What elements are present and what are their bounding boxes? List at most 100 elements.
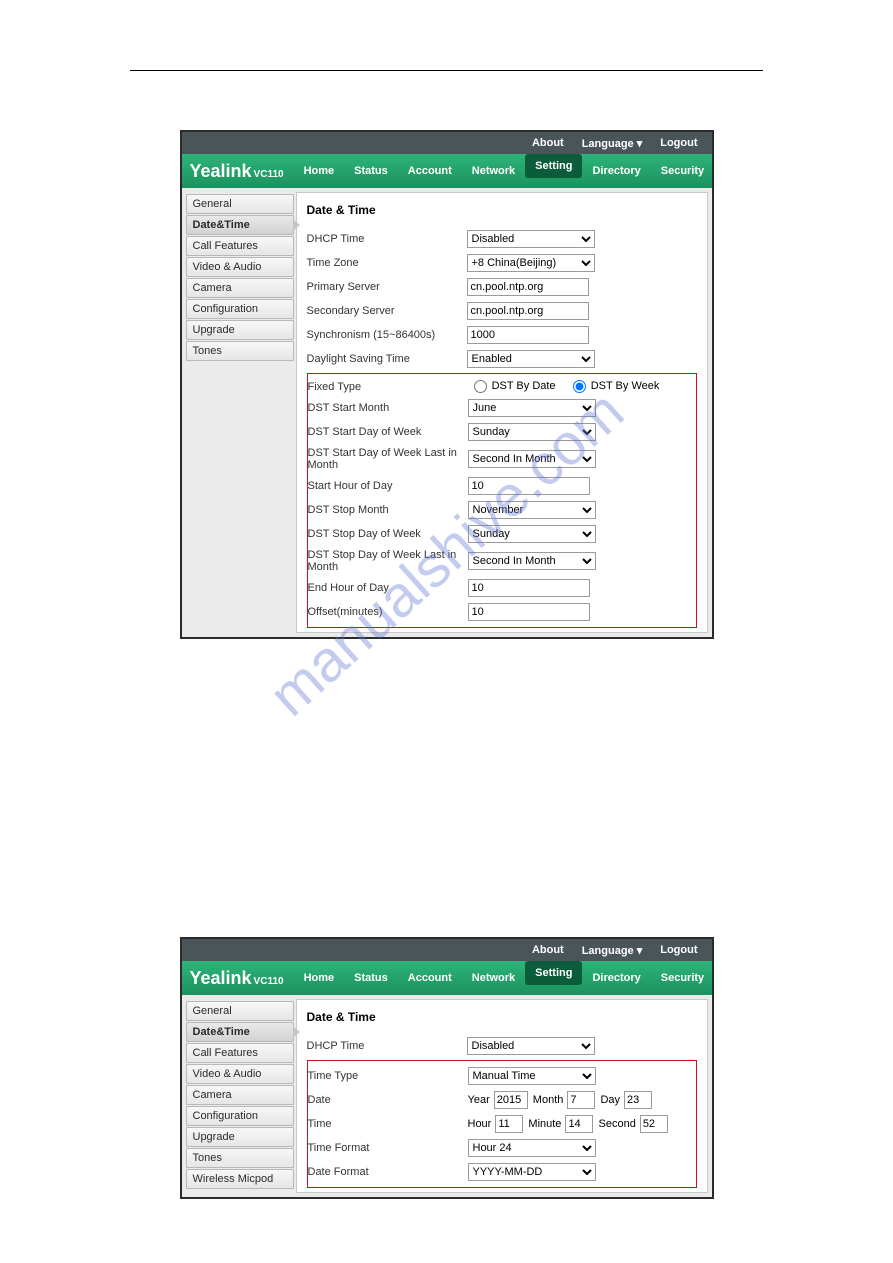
timezone-select[interactable]: +8 China(Beijing): [467, 254, 595, 272]
sidebar-item-upgrade[interactable]: Upgrade: [186, 1127, 294, 1147]
offset-input[interactable]: [468, 603, 590, 621]
dst-stop-dowlm-select[interactable]: Second In Month: [468, 552, 596, 570]
dhcp-time-label: DHCP Time: [307, 233, 467, 245]
dst-stop-month-select[interactable]: November: [468, 501, 596, 519]
synchronism-input[interactable]: [467, 326, 589, 344]
tab-account[interactable]: Account: [398, 154, 462, 188]
timezone-label: Time Zone: [307, 257, 467, 269]
sidebar: General Date&Time Call Features Video & …: [182, 188, 294, 637]
dst-select[interactable]: Enabled: [467, 350, 595, 368]
dst-start-dowlm-label: DST Start Day of Week Last in Month: [308, 447, 468, 471]
fixed-type-label: Fixed Type: [308, 381, 468, 393]
primary-server-label: Primary Server: [307, 281, 467, 293]
offset-label: Offset(minutes): [308, 606, 468, 618]
time-format-select[interactable]: Hour 24: [468, 1139, 596, 1157]
sidebar-item-videoaudio[interactable]: Video & Audio: [186, 257, 294, 277]
tab-directory[interactable]: Directory: [582, 154, 650, 188]
dst-stop-dowlm-label: DST Stop Day of Week Last in Month: [308, 549, 468, 573]
dhcp-time-label: DHCP Time: [307, 1040, 467, 1052]
tab-account[interactable]: Account: [398, 961, 462, 995]
sidebar-item-camera[interactable]: Camera: [186, 278, 294, 298]
month-label: Month: [533, 1094, 564, 1106]
manual-time-box: Time Type Manual Time Date Year Month Da…: [307, 1060, 697, 1188]
brand-logo: YealinkVC110: [182, 161, 284, 182]
sidebar-item-callfeatures[interactable]: Call Features: [186, 1043, 294, 1063]
day-input[interactable]: [624, 1091, 652, 1109]
brand-logo: YealinkVC110: [182, 968, 284, 989]
month-input[interactable]: [567, 1091, 595, 1109]
tab-security[interactable]: Security: [651, 154, 714, 188]
sidebar-item-tones[interactable]: Tones: [186, 341, 294, 361]
tab-home[interactable]: Home: [294, 961, 345, 995]
sidebar-item-tones[interactable]: Tones: [186, 1148, 294, 1168]
dst-start-month-select[interactable]: June: [468, 399, 596, 417]
page-title: Date & Time: [307, 1010, 697, 1024]
content-panel: Date & Time DHCP Time Disabled Time Type…: [296, 999, 708, 1193]
tab-security[interactable]: Security: [651, 961, 714, 995]
about-link[interactable]: About: [532, 944, 564, 956]
date-format-label: Date Format: [308, 1166, 468, 1178]
sidebar-item-videoaudio[interactable]: Video & Audio: [186, 1064, 294, 1084]
hour-input[interactable]: [495, 1115, 523, 1133]
start-hour-input[interactable]: [468, 477, 590, 495]
dst-start-month-label: DST Start Month: [308, 402, 468, 414]
sidebar-item-general[interactable]: General: [186, 1001, 294, 1021]
dst-by-week-radio[interactable]: DST By Week: [567, 380, 660, 392]
tab-status[interactable]: Status: [344, 154, 398, 188]
day-label: Day: [600, 1094, 620, 1106]
start-hour-label: Start Hour of Day: [308, 480, 468, 492]
tab-setting[interactable]: Setting: [525, 961, 582, 985]
sidebar-item-configuration[interactable]: Configuration: [186, 299, 294, 319]
primary-server-input[interactable]: [467, 278, 589, 296]
topbar: About Language ▾ Logout: [182, 939, 712, 961]
dst-stop-month-label: DST Stop Month: [308, 504, 468, 516]
dst-stop-dow-select[interactable]: Sunday: [468, 525, 596, 543]
dst-start-dow-select[interactable]: Sunday: [468, 423, 596, 441]
dst-settings-box: Fixed Type DST By Date DST By Week DST S…: [307, 373, 697, 628]
time-type-select[interactable]: Manual Time: [468, 1067, 596, 1085]
secondary-server-input[interactable]: [467, 302, 589, 320]
dst-stop-dow-label: DST Stop Day of Week: [308, 528, 468, 540]
dhcp-time-select[interactable]: Disabled: [467, 230, 595, 248]
sidebar-item-datetime[interactable]: Date&Time: [186, 1022, 294, 1042]
dst-by-date-radio[interactable]: DST By Date: [468, 380, 556, 392]
year-input[interactable]: [494, 1091, 528, 1109]
end-hour-input[interactable]: [468, 579, 590, 597]
dhcp-time-select[interactable]: Disabled: [467, 1037, 595, 1055]
hour-label: Hour: [468, 1118, 492, 1130]
logout-link[interactable]: Logout: [660, 137, 697, 149]
dst-start-dowlm-select[interactable]: Second In Month: [468, 450, 596, 468]
navbar: YealinkVC110 Home Status Account Network…: [182, 154, 712, 188]
sidebar: General Date&Time Call Features Video & …: [182, 995, 294, 1197]
dst-start-dow-label: DST Start Day of Week: [308, 426, 468, 438]
language-menu[interactable]: Language ▾: [582, 137, 643, 150]
logout-link[interactable]: Logout: [660, 944, 697, 956]
tab-status[interactable]: Status: [344, 961, 398, 995]
tab-setting[interactable]: Setting: [525, 154, 582, 178]
sidebar-item-wireless-micpod[interactable]: Wireless Micpod: [186, 1169, 294, 1189]
page-title: Date & Time: [307, 203, 697, 217]
synchronism-label: Synchronism (15~86400s): [307, 329, 467, 341]
second-input[interactable]: [640, 1115, 668, 1133]
secondary-server-label: Secondary Server: [307, 305, 467, 317]
sidebar-item-callfeatures[interactable]: Call Features: [186, 236, 294, 256]
date-label: Date: [308, 1094, 468, 1106]
tab-network[interactable]: Network: [462, 154, 525, 188]
language-menu[interactable]: Language ▾: [582, 944, 643, 957]
tab-network[interactable]: Network: [462, 961, 525, 995]
second-label: Second: [599, 1118, 636, 1130]
sidebar-item-upgrade[interactable]: Upgrade: [186, 320, 294, 340]
dst-label: Daylight Saving Time: [307, 353, 467, 365]
about-link[interactable]: About: [532, 137, 564, 149]
minute-input[interactable]: [565, 1115, 593, 1133]
date-format-select[interactable]: YYYY-MM-DD: [468, 1163, 596, 1181]
sidebar-item-camera[interactable]: Camera: [186, 1085, 294, 1105]
topbar: About Language ▾ Logout: [182, 132, 712, 154]
sidebar-item-configuration[interactable]: Configuration: [186, 1106, 294, 1126]
tab-home[interactable]: Home: [294, 154, 345, 188]
time-type-label: Time Type: [308, 1070, 468, 1082]
screenshot-2: About Language ▾ Logout YealinkVC110 Hom…: [181, 938, 713, 1198]
tab-directory[interactable]: Directory: [582, 961, 650, 995]
sidebar-item-datetime[interactable]: Date&Time: [186, 215, 294, 235]
sidebar-item-general[interactable]: General: [186, 194, 294, 214]
